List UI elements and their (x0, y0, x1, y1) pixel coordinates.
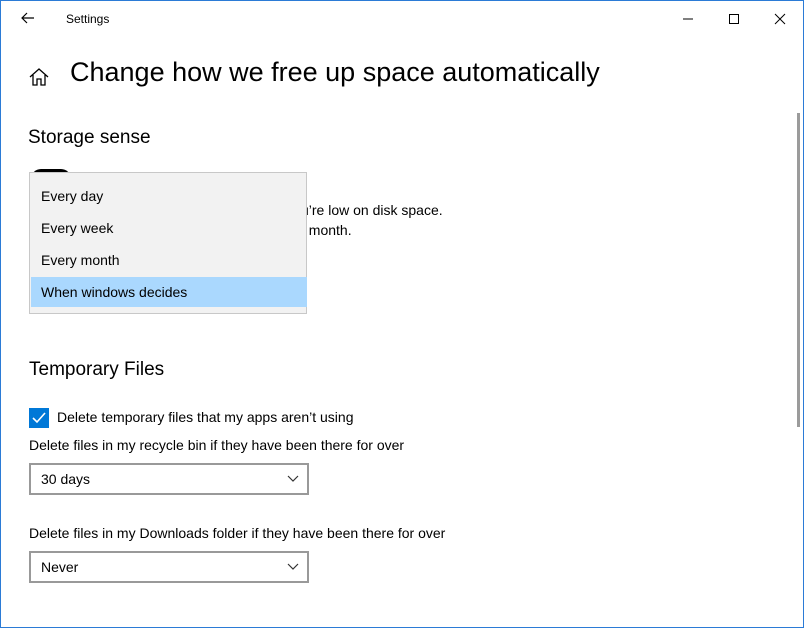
temporary-files-heading: Temporary Files (29, 359, 165, 380)
recycle-bin-label: Delete files in my recycle bin if they h… (29, 437, 405, 453)
minimize-button[interactable] (665, 1, 711, 37)
storage-sense-description-line2: t month. (301, 222, 352, 238)
close-icon (774, 13, 786, 25)
chevron-down-icon (287, 563, 299, 570)
downloads-select[interactable]: Never (29, 551, 309, 583)
page-title: Change how we free up space automaticall… (70, 57, 600, 87)
storage-sense-heading: Storage sense (28, 127, 151, 148)
delete-temp-files-label[interactable]: Delete temporary files that my apps aren… (57, 409, 353, 425)
delete-temp-files-checkbox[interactable] (29, 408, 49, 428)
run-storage-sense-dropdown-menu: Every day Every week Every month When wi… (29, 172, 307, 314)
title-bar: Settings (1, 1, 803, 37)
back-arrow-icon (21, 12, 34, 24)
downloads-value: Never (41, 559, 79, 575)
menu-item-every-week[interactable]: Every week (31, 213, 307, 243)
minimize-icon (683, 18, 693, 20)
home-icon (29, 68, 49, 86)
chevron-down-icon (287, 475, 299, 482)
vertical-scrollbar[interactable] (797, 113, 800, 427)
maximize-button[interactable] (711, 1, 757, 37)
home-button[interactable] (25, 63, 53, 91)
back-button[interactable] (11, 5, 47, 33)
menu-item-every-month[interactable]: Every month (31, 245, 307, 275)
downloads-label: Delete files in my Downloads folder if t… (29, 525, 446, 541)
maximize-icon (729, 14, 739, 24)
storage-sense-description-line1: u’re low on disk space. (301, 202, 443, 218)
menu-item-every-day[interactable]: Every day (31, 181, 307, 211)
checkmark-icon (32, 412, 46, 424)
settings-window: Settings Change how we free up space aut… (0, 0, 804, 628)
recycle-bin-value: 30 days (41, 471, 91, 487)
close-button[interactable] (757, 1, 803, 37)
window-title: Settings (66, 12, 110, 26)
recycle-bin-select[interactable]: 30 days (29, 463, 309, 495)
menu-item-when-windows-decides[interactable]: When windows decides (31, 277, 307, 307)
